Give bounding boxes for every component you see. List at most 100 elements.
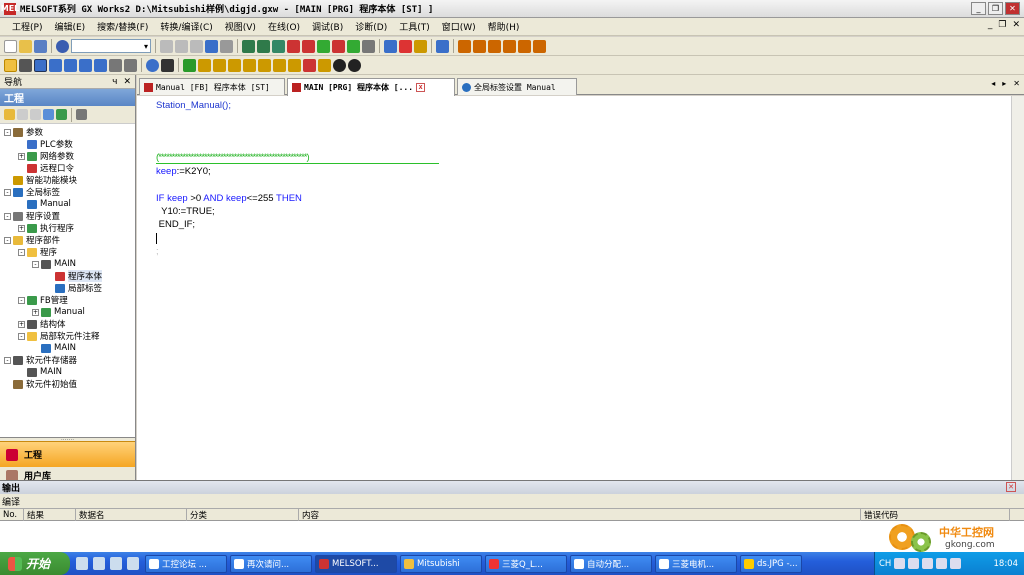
project-tab[interactable]: 工程 bbox=[0, 441, 135, 467]
menu-find-replace[interactable]: 搜索/替换(F) bbox=[91, 20, 154, 33]
collapse-icon[interactable]: - bbox=[4, 236, 11, 244]
tab-global-label[interactable]: 全局标签设置 Manual bbox=[457, 78, 577, 95]
taskbar-button[interactable]: 三菱电机... bbox=[655, 554, 737, 573]
menu-online[interactable]: 在线(O) bbox=[262, 20, 306, 33]
tray-icon[interactable] bbox=[922, 558, 934, 569]
taskbar-button[interactable]: 自动分配... bbox=[570, 554, 652, 573]
st-code-editor[interactable]: Station_Manual(); (*********************… bbox=[137, 96, 1011, 480]
pin-icon[interactable]: ч bbox=[112, 77, 117, 87]
tree-item[interactable]: - 软元件存储器 bbox=[0, 354, 135, 366]
fb-icon[interactable] bbox=[213, 58, 226, 72]
monitor-icon[interactable] bbox=[332, 39, 345, 53]
restore-button[interactable]: ❐ bbox=[988, 2, 1003, 15]
output-close-icon[interactable]: ✕ bbox=[1006, 482, 1016, 492]
output-grid[interactable]: No. 结果 数据名 分类 内容 错误代码 bbox=[0, 508, 1024, 552]
tray-icon[interactable] bbox=[908, 558, 920, 569]
open-icon[interactable] bbox=[19, 39, 32, 53]
rebuild-icon[interactable] bbox=[257, 39, 270, 53]
tree-item[interactable]: 局部标签 bbox=[0, 282, 135, 294]
zoom-help-icon[interactable] bbox=[146, 58, 159, 72]
delete-icon[interactable] bbox=[303, 58, 316, 72]
menu-edit[interactable]: 编辑(E) bbox=[48, 20, 91, 33]
partslist-icon[interactable] bbox=[19, 58, 32, 72]
struct-icon[interactable] bbox=[228, 58, 241, 72]
quick-launch-icon[interactable] bbox=[93, 557, 105, 570]
quick-launch-icon[interactable] bbox=[110, 557, 122, 570]
editor-scrollbar[interactable] bbox=[1011, 96, 1024, 480]
menu-diagnostics[interactable]: 诊断(D) bbox=[349, 20, 393, 33]
minimize-button[interactable]: _ bbox=[971, 2, 986, 15]
ladder-delete-icon[interactable] bbox=[473, 39, 486, 53]
device-icon[interactable] bbox=[258, 58, 271, 72]
collapse-icon[interactable]: - bbox=[4, 212, 11, 220]
device-list-icon[interactable] bbox=[64, 58, 77, 72]
display-mode-icon[interactable] bbox=[124, 58, 137, 72]
mdi-restore-button[interactable]: ❐ bbox=[998, 20, 1006, 30]
tree-item[interactable]: 程序本体 bbox=[0, 270, 135, 282]
tree-item[interactable]: MAIN bbox=[0, 366, 135, 378]
device-batch-icon[interactable] bbox=[384, 39, 397, 53]
zoom-in-icon[interactable] bbox=[333, 58, 346, 72]
template-icon[interactable] bbox=[318, 58, 331, 72]
menu-window[interactable]: 窗口(W) bbox=[436, 20, 482, 33]
mdi-minimize-button[interactable]: _ bbox=[988, 20, 993, 30]
find-window-icon[interactable] bbox=[94, 58, 107, 72]
tree-item[interactable]: + Manual bbox=[0, 306, 135, 318]
read-plc-icon[interactable] bbox=[287, 39, 300, 53]
tree-item[interactable]: PLC参数 bbox=[0, 138, 135, 150]
tree-item[interactable]: - 局部软元件注释 bbox=[0, 330, 135, 342]
tree-item[interactable]: 智能功能模块 bbox=[0, 174, 135, 186]
help-icon[interactable] bbox=[56, 39, 69, 53]
convert-icon[interactable] bbox=[272, 39, 285, 53]
function-icon[interactable] bbox=[198, 58, 211, 72]
navigation-toggle-icon[interactable] bbox=[4, 58, 17, 72]
tree-item[interactable]: - 程序部件 bbox=[0, 234, 135, 246]
watch-icon[interactable] bbox=[79, 58, 92, 72]
view-options-icon[interactable] bbox=[109, 58, 122, 72]
copy-data-icon[interactable] bbox=[17, 109, 28, 120]
cut-icon[interactable] bbox=[160, 39, 173, 53]
taskbar-button[interactable]: 三菱Q_L... bbox=[485, 554, 567, 573]
col-no[interactable]: No. bbox=[0, 509, 24, 521]
tree-item[interactable]: + 结构体 bbox=[0, 318, 135, 330]
zoom-out-icon[interactable] bbox=[348, 58, 361, 72]
collapse-icon[interactable]: - bbox=[18, 296, 25, 304]
taskbar-button[interactable]: 工控论坛 ... bbox=[145, 554, 227, 573]
taskbar-button[interactable]: 再次请问... bbox=[230, 554, 312, 573]
taskbar-button[interactable]: MELSOFT... bbox=[315, 554, 397, 573]
write-plc-icon[interactable] bbox=[302, 39, 315, 53]
paste-data-icon[interactable] bbox=[30, 109, 41, 120]
paste-icon[interactable] bbox=[190, 39, 203, 53]
expand-icon[interactable]: + bbox=[18, 152, 25, 160]
window-layout-icon[interactable] bbox=[436, 39, 449, 53]
ladder-insert-icon[interactable] bbox=[458, 39, 471, 53]
menu-project[interactable]: 工程(P) bbox=[6, 20, 48, 33]
save-icon[interactable] bbox=[34, 39, 47, 53]
menu-tools[interactable]: 工具(T) bbox=[393, 20, 436, 33]
collapse-icon[interactable]: - bbox=[4, 356, 11, 364]
language-indicator[interactable]: CH bbox=[879, 559, 891, 569]
tab-close-all-icon[interactable]: ✕ bbox=[1013, 79, 1020, 88]
binoculars-icon[interactable] bbox=[161, 58, 174, 72]
line-insert-icon[interactable] bbox=[488, 39, 501, 53]
diagnose-icon[interactable] bbox=[399, 39, 412, 53]
verify-plc-icon[interactable] bbox=[317, 39, 330, 53]
column-insert-icon[interactable] bbox=[518, 39, 531, 53]
tree-item[interactable]: - 全局标签 bbox=[0, 186, 135, 198]
tree-item[interactable]: MAIN bbox=[0, 342, 135, 354]
col-content[interactable]: 内容 bbox=[299, 509, 861, 521]
jump-icon[interactable] bbox=[183, 58, 196, 72]
redo-icon[interactable] bbox=[220, 39, 233, 53]
menu-debug[interactable]: 调试(B) bbox=[306, 20, 349, 33]
tab-main-prg[interactable]: MAIN [PRG] 程序本体 [... x bbox=[287, 78, 455, 96]
start-button[interactable]: 开始 bbox=[0, 552, 70, 575]
menu-view[interactable]: 视图(V) bbox=[219, 20, 262, 33]
taskbar-button[interactable]: Mitsubishi bbox=[400, 554, 482, 573]
monitor-stop-icon[interactable] bbox=[362, 39, 375, 53]
taskbar-button[interactable]: ds.JPG -... bbox=[740, 554, 802, 573]
close-button[interactable]: ✕ bbox=[1005, 2, 1020, 15]
tree-item[interactable]: + 执行程序 bbox=[0, 222, 135, 234]
mdi-close-button[interactable]: ✕ bbox=[1012, 20, 1020, 30]
tree-item[interactable]: 远程口令 bbox=[0, 162, 135, 174]
tab-close-icon[interactable]: x bbox=[416, 83, 426, 92]
